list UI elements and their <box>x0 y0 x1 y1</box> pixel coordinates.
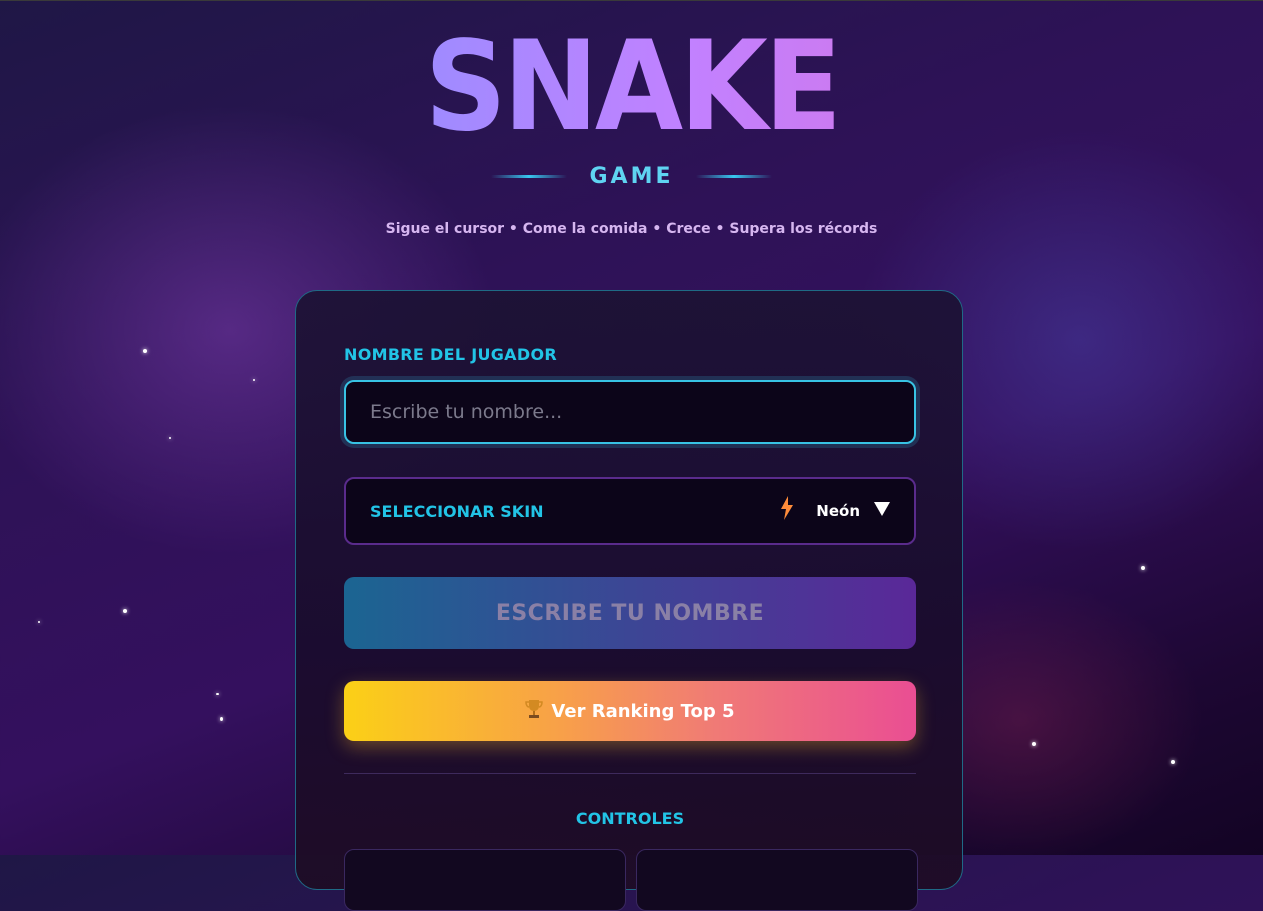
player-name-label: NOMBRE DEL JUGADOR <box>344 345 557 364</box>
skin-selected-value: Neón <box>816 502 860 520</box>
trophy-icon <box>525 699 544 724</box>
start-panel: NOMBRE DEL JUGADOR SELECCIONAR SKIN Neón… <box>295 290 963 911</box>
controls-title: CONTROLES <box>575 809 685 828</box>
game-title: SNAKE <box>51 22 1213 152</box>
subtitle-row: GAME <box>0 164 1263 189</box>
skin-selector[interactable]: SELECCIONAR SKIN Neón <box>344 477 916 545</box>
subtitle-line-right <box>695 175 772 178</box>
control-card-left <box>344 849 626 911</box>
star-decoration <box>1171 760 1175 764</box>
star-decoration <box>143 349 147 353</box>
chevron-down-icon <box>874 501 890 521</box>
star-decoration <box>216 693 219 695</box>
lightning-bolt-icon <box>780 496 794 526</box>
subtitle-line-left <box>491 175 568 178</box>
player-name-input[interactable] <box>344 380 916 444</box>
star-decoration <box>123 609 127 613</box>
top-border <box>0 0 1263 1</box>
star-decoration <box>169 437 171 439</box>
star-decoration <box>253 379 255 381</box>
star-decoration <box>220 717 223 721</box>
star-decoration <box>38 621 40 623</box>
panel-divider <box>344 773 916 774</box>
ranking-button-label: Ver Ranking Top 5 <box>551 700 735 722</box>
control-card-right <box>636 849 918 911</box>
tagline: Sigue el cursor • Come la comida • Crece… <box>385 221 878 237</box>
ranking-button[interactable]: Ver Ranking Top 5 <box>344 681 916 741</box>
star-decoration <box>1141 566 1145 570</box>
star-decoration <box>1032 742 1036 746</box>
play-button[interactable]: ESCRIBE TU NOMBRE <box>344 577 916 649</box>
game-subtitle: GAME <box>589 164 674 189</box>
skin-selector-label: SELECCIONAR SKIN <box>370 501 544 521</box>
